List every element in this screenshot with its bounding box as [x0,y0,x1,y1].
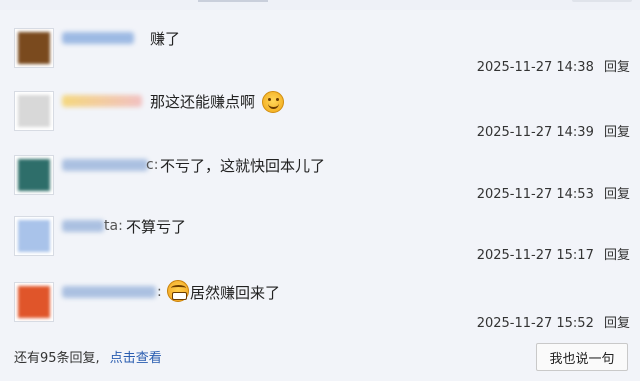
view-more-link[interactable]: 点击查看 [110,351,162,366]
avatar[interactable] [14,282,54,322]
reply-meta: 2025-11-27 14:38 回复 [477,56,630,75]
reply-text: 那这还能赚点啊 [150,93,256,111]
reply-time: 2025-11-27 15:17 [476,248,594,263]
avatar[interactable] [14,91,54,131]
reply-time: 2025-11-27 14:39 [476,125,594,140]
username-blurred[interactable] [62,95,142,107]
username-suffix: c: [146,157,159,173]
reply-time: 2025-11-27 15:52 [476,316,594,331]
reply-item: : 居然赚回来了 2025-11-27 15:52 回复 [0,280,640,346]
more-replies-count: 还有95条回复, [14,351,100,366]
reply-item: ta: 不算亏了 2025-11-27 15:17 回复 [0,216,640,280]
username-blurred[interactable] [62,220,104,232]
reply-text: 不算亏了 [126,218,187,236]
reply-item: 赚了 2025-11-27 14:38 回复 [0,28,640,92]
reply-meta: 2025-11-27 14:53 回复 [477,183,630,202]
reply-button[interactable]: 回复 [604,60,630,75]
avatar[interactable] [14,28,54,68]
reply-button[interactable]: 回复 [604,316,630,331]
post-reply-button[interactable]: 我也说一句 [536,343,628,371]
reply-button[interactable]: 回复 [604,248,630,263]
top-strip [0,0,640,10]
avatar[interactable] [14,216,54,256]
reply-meta: 2025-11-27 15:52 回复 [477,312,630,331]
username-blurred[interactable] [62,159,148,171]
reply-meta: 2025-11-27 15:17 回复 [477,244,630,263]
top-button-fragment [572,0,632,2]
reply-text: 赚了 [150,30,181,48]
reply-time: 2025-11-27 14:53 [476,187,594,202]
reply-time: 2025-11-27 14:38 [476,60,594,75]
reply-text: 不亏了，这就快回本儿了 [160,157,326,175]
reply-text: 居然赚回来了 [190,284,281,302]
grit-emoji-icon [167,280,189,302]
username-blurred[interactable] [62,286,156,298]
username-suffix: ta: [104,218,123,234]
more-replies-footer: 还有95条回复, 点击查看 [14,347,162,366]
avatar[interactable] [14,155,54,195]
smile-emoji-icon [262,91,284,113]
reply-item: 那这还能赚点啊 2025-11-27 14:39 回复 [0,91,640,155]
username-suffix: : [157,284,162,300]
username-blurred[interactable] [62,32,134,44]
top-tab-fragment [198,0,268,2]
reply-button[interactable]: 回复 [604,125,630,140]
reply-meta: 2025-11-27 14:39 回复 [477,121,630,140]
reply-button[interactable]: 回复 [604,187,630,202]
reply-item: c: 不亏了，这就快回本儿了 2025-11-27 14:53 回复 [0,155,640,219]
